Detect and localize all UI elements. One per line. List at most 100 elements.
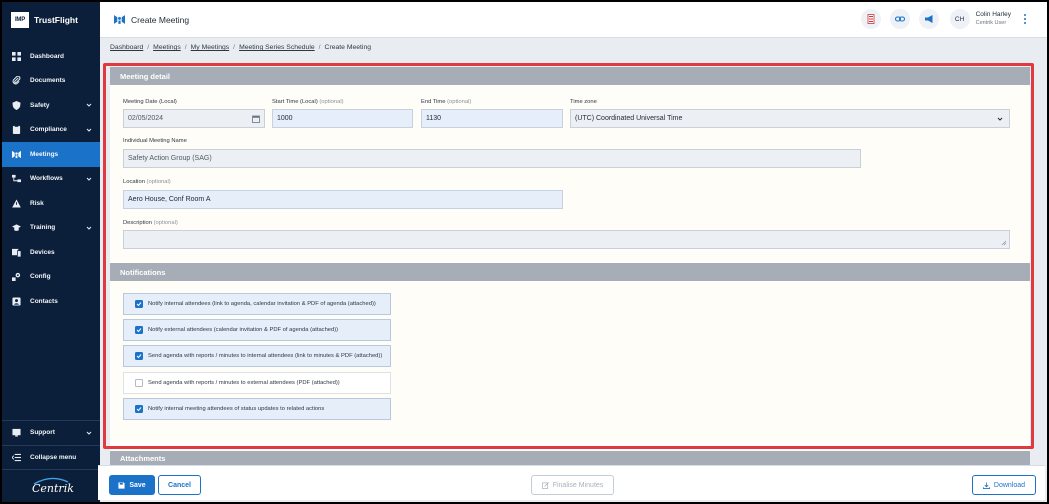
notify-external-attendees-option[interactable]: Notify external attendees (calendar invi… — [123, 319, 391, 341]
sidebar-item-config[interactable]: Config — [2, 265, 100, 290]
sidebar-nav: Dashboard Documents Safety Compliance Me… — [2, 44, 100, 314]
cancel-button[interactable]: Cancel — [158, 475, 201, 495]
sidebar-item-safety[interactable]: Safety — [2, 93, 100, 118]
send-agenda-external-option[interactable]: Send agenda with reports / minutes to ex… — [123, 372, 391, 394]
end-time-label: End Time (optional) — [421, 99, 472, 105]
sidebar-item-contacts[interactable]: Contacts — [2, 289, 100, 314]
resize-grip-icon[interactable] — [1001, 240, 1007, 246]
checkbox-checked[interactable] — [135, 326, 143, 334]
sidebar-item-training[interactable]: Training — [2, 216, 100, 241]
collapse-icon — [12, 453, 21, 462]
sidebar-item-label: Documents — [30, 77, 66, 85]
notifications-heading: Notifications — [110, 263, 1030, 281]
chevron-down-icon — [86, 102, 92, 108]
sidebar-item-dashboard[interactable]: Dashboard — [2, 44, 100, 69]
sidebar-item-label: Compliance — [30, 126, 67, 134]
calendar-icon[interactable] — [252, 115, 260, 123]
location-input[interactable]: Aero House, Conf Room A — [123, 190, 563, 209]
meeting-name-label: Individual Meeting Name — [123, 138, 187, 144]
download-label: Download — [993, 481, 1026, 489]
meetings-icon — [12, 150, 21, 159]
sidebar-item-label: Contacts — [30, 297, 58, 305]
option-label: Notify external attendees (calendar invi… — [148, 327, 339, 333]
send-agenda-internal-option[interactable]: Send agenda with reports / minutes to in… — [123, 345, 391, 367]
download-icon — [982, 481, 990, 489]
meeting-detail-section: Meeting Date (Local) 02/05/2024 Start Ti… — [110, 85, 1030, 263]
header-actions: CH Colin Harley Centrik User — [860, 9, 1029, 29]
breadcrumb-my-meetings[interactable]: My Meetings — [191, 44, 230, 51]
check-icon — [136, 302, 142, 307]
centrik-logo: Centrik — [32, 482, 74, 495]
check-icon — [136, 328, 142, 333]
sidebar-item-risk[interactable]: Risk — [2, 191, 100, 216]
start-time-label: Start Time (Local) (optional) — [272, 99, 344, 105]
sidebar-item-meetings[interactable]: Meetings — [2, 142, 100, 167]
sidebar-item-documents[interactable]: Documents — [2, 69, 100, 94]
start-time-value: 1000 — [277, 115, 293, 122]
end-time-input[interactable]: 1130 — [421, 109, 563, 128]
meeting-detail-heading: Meeting detail — [110, 67, 1030, 85]
meeting-date-value: 02/05/2024 — [128, 115, 164, 122]
avatar: CH — [949, 9, 970, 29]
brand[interactable]: IMP TrustFlight — [2, 2, 100, 38]
collapse-menu-button[interactable]: Collapse menu — [2, 446, 100, 470]
notifications-section: Notify internal attendees (link to agend… — [110, 281, 1030, 441]
page-header: Create Meeting CH Colin Harley Centrik U… — [100, 2, 1047, 38]
sidebar-item-label: Training — [30, 224, 56, 232]
dashboard-icon — [12, 51, 21, 61]
announcements-button[interactable] — [918, 9, 939, 29]
checkbox-checked[interactable] — [135, 300, 143, 308]
save-label: Save — [129, 481, 146, 489]
cancel-label: Cancel — [168, 481, 191, 489]
graduation-cap-icon — [12, 223, 21, 232]
save-icon — [118, 481, 125, 489]
check-icon — [136, 407, 142, 412]
chevron-down-icon — [86, 430, 92, 436]
clipboard-icon — [12, 125, 21, 135]
option-label: Send agenda with reports / minutes to ex… — [148, 380, 340, 386]
warning-icon — [12, 199, 21, 208]
start-time-input[interactable]: 1000 — [272, 109, 413, 128]
document-list-icon — [867, 14, 874, 24]
kebab-menu-icon[interactable] — [1021, 13, 1029, 25]
checkbox-checked[interactable] — [135, 405, 143, 413]
user-menu[interactable]: CH Colin Harley Centrik User — [949, 9, 1029, 29]
time-zone-select[interactable]: (UTC) Coordinated Universal Time — [570, 109, 1010, 128]
finalise-minutes-button[interactable]: Finalise Minutes — [531, 475, 614, 495]
brand-name: TrustFlight — [34, 15, 78, 25]
time-zone-label: Time zone — [570, 99, 597, 105]
sidebar-item-workflows[interactable]: Workflows — [2, 167, 100, 192]
option-label: Send agenda with reports / minutes to in… — [148, 353, 383, 359]
sidebar-item-compliance[interactable]: Compliance — [2, 118, 100, 143]
breadcrumb: Dashboard / Meetings / My Meetings / Meetin… — [110, 44, 372, 51]
checkbox-checked[interactable] — [135, 352, 143, 360]
document-list-button[interactable] — [860, 9, 881, 29]
meeting-date-label: Meeting Date (Local) — [123, 99, 177, 105]
support-icon — [12, 428, 21, 437]
user-info: Colin Harley Centrik User — [976, 10, 1011, 28]
link-button[interactable] — [889, 9, 910, 29]
description-textarea[interactable] — [123, 230, 1010, 249]
checkbox-unchecked[interactable] — [135, 379, 143, 387]
breadcrumb-meetings[interactable]: Meetings — [153, 44, 181, 51]
sidebar-item-support[interactable]: Support — [2, 421, 100, 446]
chevron-down-icon — [86, 176, 92, 182]
sidebar-item-label: Support — [30, 429, 55, 437]
sidebar-item-label: Meetings — [30, 150, 59, 158]
finalise-label: Finalise Minutes — [552, 481, 604, 489]
sidebar-item-devices[interactable]: Devices — [2, 240, 100, 265]
save-button[interactable]: Save — [109, 475, 155, 495]
meetings-icon — [114, 15, 125, 24]
contacts-icon — [12, 297, 21, 306]
download-button[interactable]: Download — [972, 475, 1036, 495]
breadcrumb-dashboard[interactable]: Dashboard — [110, 44, 143, 51]
chevron-down-icon — [86, 127, 92, 133]
breadcrumb-meeting-series-schedule[interactable]: Meeting Series Schedule — [239, 44, 315, 51]
notify-status-updates-option[interactable]: Notify internal meeting attendees of sta… — [123, 398, 391, 420]
meeting-name-input[interactable]: Safety Action Group (SAG) — [123, 149, 861, 168]
notify-internal-attendees-option[interactable]: Notify internal attendees (link to agend… — [123, 293, 391, 315]
meeting-date-input[interactable]: 02/05/2024 — [123, 109, 265, 128]
sidebar-item-label: Config — [30, 273, 51, 281]
workflow-icon — [12, 174, 21, 183]
description-label: Description (optional) — [123, 220, 178, 226]
